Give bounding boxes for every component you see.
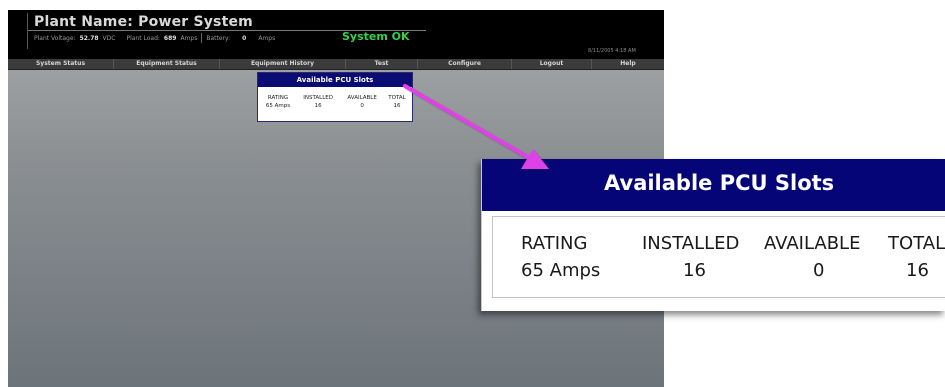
header-bar: Plant Name: Power System Plant Voltage: … xyxy=(8,10,664,59)
load-unit: Amps xyxy=(180,34,198,42)
system-status: System OK xyxy=(342,30,410,43)
nav-system-status[interactable]: System Status xyxy=(8,59,114,69)
cell-total: 16 xyxy=(393,103,401,109)
plant-metrics: Plant Voltage: 52.78 VDC Plant Load: 689… xyxy=(34,33,275,43)
cell-rating: 65 Amps xyxy=(265,103,291,109)
voltage-value: 52.78 xyxy=(79,34,99,42)
zoom-cell-total: 16 xyxy=(906,260,929,281)
pcu-slots-panel: Available PCU Slots RATING INSTALLED AVA… xyxy=(257,72,413,122)
battery-label: Battery: xyxy=(206,34,231,42)
nav-equipment-history[interactable]: Equipment History xyxy=(220,59,346,69)
col-total: TOTAL xyxy=(388,95,406,101)
zoom-panel-body: RATING INSTALLED AVAILABLE TOTAL 65 Amps… xyxy=(492,216,945,298)
pcu-panel-title: Available PCU Slots xyxy=(258,73,412,87)
col-available: AVAILABLE xyxy=(347,95,377,101)
zoom-col-installed: INSTALLED xyxy=(642,233,740,254)
nav-equipment-status[interactable]: Equipment Status xyxy=(114,59,220,69)
zoom-col-rating: RATING xyxy=(521,233,588,254)
timestamp: 8/11/2005 4:18 AM xyxy=(588,48,636,54)
pcu-table: RATING INSTALLED AVAILABLE TOTAL 65 Amps… xyxy=(260,94,410,110)
col-installed: INSTALLED xyxy=(303,95,333,101)
header-divider xyxy=(27,13,28,49)
battery-unit: Amps xyxy=(258,34,276,42)
zoom-col-total: TOTAL xyxy=(888,233,945,254)
nav-bar: System Status Equipment Status Equipment… xyxy=(8,59,664,70)
col-rating: RATING xyxy=(267,95,289,101)
cell-installed: 16 xyxy=(314,103,322,109)
pcu-slots-zoom-panel: Available PCU Slots RATING INSTALLED AVA… xyxy=(481,159,945,311)
table-header-row: RATING INSTALLED AVAILABLE TOTAL xyxy=(260,94,410,102)
zoom-cell-rating: 65 Amps xyxy=(521,260,601,281)
load-value: 689 xyxy=(163,34,177,42)
zoom-cell-available: 0 xyxy=(813,260,825,281)
voltage-label: Plant Voltage: xyxy=(34,34,76,42)
zoom-col-available: AVAILABLE xyxy=(764,233,861,254)
voltage-unit: VDC xyxy=(102,34,116,42)
battery-value: 0 xyxy=(242,34,247,42)
table-row: 65 Amps 16 0 16 xyxy=(260,102,410,110)
zoom-panel-title: Available PCU Slots xyxy=(604,171,835,195)
load-label: Plant Load: xyxy=(126,34,160,42)
nav-configure[interactable]: Configure xyxy=(418,59,512,69)
zoom-panel-title-bar: Available PCU Slots xyxy=(482,159,945,211)
nav-logout[interactable]: Logout xyxy=(512,59,592,69)
plant-title: Plant Name: Power System xyxy=(34,14,253,30)
nav-test[interactable]: Test xyxy=(346,59,418,69)
zoom-cell-installed: 16 xyxy=(683,260,706,281)
metrics-divider xyxy=(201,33,203,43)
cell-available: 0 xyxy=(360,103,364,109)
nav-help[interactable]: Help xyxy=(592,59,664,69)
